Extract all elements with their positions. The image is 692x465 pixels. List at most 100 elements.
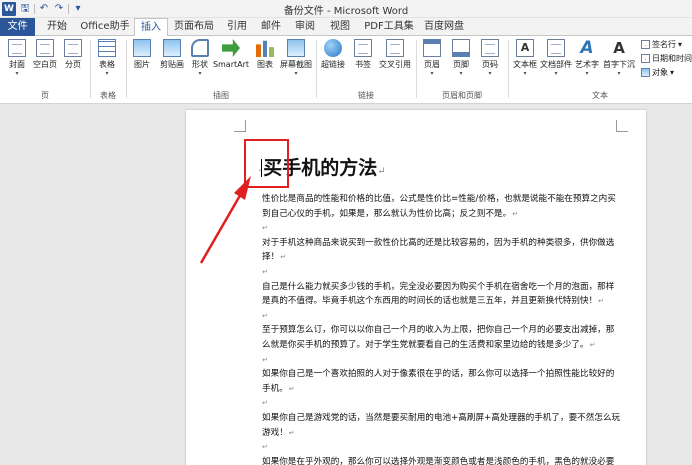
group-label-header-footer: 页眉和页脚 <box>442 91 482 100</box>
screenshot-icon <box>287 39 305 57</box>
wordart-button[interactable]: A 艺术字 ▾ <box>572 39 602 77</box>
paragraph[interactable]: 自己是什么能力就买多少钱的手机，完全没必要因为购买个手机在宿舍吃一个月的泡面，那… <box>262 280 622 309</box>
page-break-icon <box>64 39 82 57</box>
document-body[interactable]: 性价比是商品的性能和价格的比值，公式是性价比=性能/价格，也就是说能不能在预算之… <box>262 192 622 465</box>
group-label-table: 表格 <box>100 91 116 100</box>
signature-icon <box>641 40 650 55</box>
screenshot-button[interactable]: 屏幕截图 ▾ <box>280 39 312 77</box>
paragraph-mark-icon: ↵ <box>377 166 386 177</box>
paragraph[interactable]: 对于手机这种商品来说买到一款性价比高的还是比较容易的，因为手机的种类很多，供你做… <box>262 236 622 265</box>
tab-review[interactable]: 审阅 <box>290 18 320 36</box>
signature-label: 签名行 <box>652 40 676 49</box>
tab-insert[interactable]: 插入 <box>134 18 168 37</box>
tab-home[interactable]: 开始 <box>39 18 75 36</box>
table-icon <box>98 39 116 57</box>
paragraph-mark-icon: ↵ <box>288 428 295 437</box>
dropdown-arrow-icon: ▾ <box>198 70 202 77</box>
empty-paragraph-mark: ↵ <box>262 311 268 320</box>
paragraph-mark-icon: ↵ <box>589 340 596 349</box>
paragraph[interactable]: 如果你自己是游戏党的话，当然是要买耐用的电池+高刷屏+高处理器的手机了，要不然怎… <box>262 411 622 440</box>
date-time-label: 日期和时间 <box>652 54 692 63</box>
bookmark-icon <box>354 39 372 57</box>
hyperlink-globe-icon <box>324 39 342 57</box>
document-parts-button[interactable]: 文档部件 ▾ <box>540 39 572 77</box>
empty-paragraph-mark: ↵ <box>262 443 268 452</box>
dropdown-arrow-icon: ▾ <box>554 70 558 77</box>
page-number-button[interactable]: 页码 ▾ <box>475 39 505 77</box>
empty-paragraph-mark: ↵ <box>262 267 268 276</box>
dropdown-arrow-icon: ▾ <box>488 70 492 77</box>
cross-reference-button[interactable]: 交叉引用 <box>379 39 411 70</box>
dropdown-arrow-icon: ▾ <box>15 70 19 77</box>
signature-line-button[interactable]: 签名行 ▾ <box>641 39 683 55</box>
dropdown-arrow-icon: ▾ <box>294 70 298 77</box>
smartart-icon <box>222 39 240 57</box>
paragraph-mark-icon: ↵ <box>280 253 287 262</box>
tab-view[interactable]: 视图 <box>325 18 355 36</box>
object-icon <box>641 68 650 77</box>
title-bar: W 🖫 ↶ ↷ ▾ 备份文件 - Microsoft Word <box>0 0 692 18</box>
ribbon-tab-bar: 文件 开始 Office助手 插入 页面布局 引用 邮件 审阅 视图 PDF工具… <box>0 18 692 37</box>
paragraph-text: 如果你是在乎外观的，那么你可以选择外观是渐变颜色或者是浅颜色的手机，黑色的就没必… <box>262 456 615 465</box>
tab-file[interactable]: 文件 <box>0 18 35 36</box>
paragraph-text: 至于预算怎么订，你可以以你自己一个月的收入为上限，把你自己一个月的必要支出减掉，… <box>262 325 615 350</box>
cross-reference-icon <box>386 39 404 57</box>
table-button[interactable]: 表格 ▾ <box>92 39 122 77</box>
page-number-icon <box>481 39 499 57</box>
empty-paragraph-mark: ↵ <box>262 355 268 364</box>
paragraph-mark-icon: ↵ <box>598 297 605 306</box>
object-button[interactable]: 对象 ▾ <box>641 67 674 78</box>
dropdown-arrow-icon: ▾ <box>617 70 621 77</box>
dropdown-arrow-icon: ▾ <box>670 68 675 77</box>
paragraph[interactable]: 至于预算怎么订，你可以以你自己一个月的收入为上限，把你自己一个月的必要支出减掉，… <box>262 323 622 352</box>
header-button[interactable]: 页眉 ▾ <box>417 39 447 77</box>
object-label: 对象 <box>652 68 668 77</box>
shapes-button[interactable]: 形状 ▾ <box>185 39 215 77</box>
group-label-page: 页 <box>41 91 49 100</box>
paragraph[interactable]: 性价比是商品的性能和价格的比值，公式是性价比=性能/价格，也就是说能不能在预算之… <box>262 192 622 221</box>
paragraph-text: 如果你自己是游戏党的话，当然是要买耐用的电池+高刷屏+高处理器的手机了，要不然怎… <box>262 412 621 438</box>
margin-corner-mark <box>234 120 246 132</box>
group-label-text: 文本 <box>592 91 608 100</box>
drop-cap-label: 首字下沉 <box>603 60 635 69</box>
paragraph-text: 对于手机这种商品来说买到一款性价比高的还是比较容易的，因为手机的种类很多，供你做… <box>262 237 615 263</box>
highlight-box <box>244 139 289 188</box>
tab-page-layout[interactable]: 页面布局 <box>170 18 218 36</box>
header-icon <box>423 39 441 57</box>
paragraph-text: 如果你自己是一个喜欢拍照的人对于像素很在乎的话，那么你可以选择一个拍照性能比较好… <box>262 369 615 394</box>
tab-pdf-tools[interactable]: PDF工具集 <box>360 18 418 36</box>
dropdown-arrow-icon: ▾ <box>430 70 434 77</box>
paragraph[interactable]: 如果你自己是一个喜欢拍照的人对于像素很在乎的话，那么你可以选择一个拍照性能比较好… <box>262 367 622 396</box>
ribbon-insert: 封面 ▾ 空白页 分页 页 表格 ▾ 表格 图片 剪贴画 形状 ▾ SmartA… <box>0 36 692 104</box>
margin-corner-mark <box>616 120 628 132</box>
drop-cap-button[interactable]: A 首字下沉 ▾ <box>603 39 635 77</box>
textbox-icon: A <box>516 39 534 57</box>
footer-button[interactable]: 页脚 ▾ <box>446 39 476 77</box>
blank-page-icon <box>36 39 54 57</box>
tab-office-helper[interactable]: Office助手 <box>79 18 131 36</box>
tab-references[interactable]: 引用 <box>222 18 252 36</box>
shapes-icon <box>191 39 209 57</box>
dropdown-arrow-icon: ▾ <box>459 70 463 77</box>
group-label-links: 链接 <box>358 91 374 100</box>
empty-paragraph-mark: ↵ <box>262 224 268 233</box>
footer-icon <box>452 39 470 57</box>
cover-page-icon <box>8 39 26 57</box>
paragraph-mark-icon: ↵ <box>512 209 519 218</box>
tab-baidu-netdisk[interactable]: 百度网盘 <box>420 18 468 36</box>
chart-icon <box>256 40 274 57</box>
cover-button[interactable]: 封面 ▾ <box>2 39 32 77</box>
empty-paragraph-mark: ↵ <box>262 399 268 408</box>
clipart-icon <box>163 39 181 57</box>
document-parts-icon <box>547 39 565 57</box>
textbox-button[interactable]: A 文本框 ▾ <box>510 39 540 77</box>
paragraph-text: 性价比是商品的性能和价格的比值，公式是性价比=性能/价格，也就是说能不能在预算之… <box>262 194 616 219</box>
dropdown-arrow-icon: ▾ <box>678 40 683 49</box>
tab-mailings[interactable]: 邮件 <box>256 18 286 36</box>
wordart-icon: A <box>580 38 594 58</box>
picture-icon <box>133 39 151 57</box>
paragraph-mark-icon: ↵ <box>288 384 295 393</box>
paragraph[interactable]: 如果你是在乎外观的，那么你可以选择外观是渐变颜色或者是浅颜色的手机，黑色的就没必… <box>262 455 622 465</box>
dropdown-arrow-icon: ▾ <box>523 70 527 77</box>
date-time-button[interactable]: 日期和时间 <box>641 53 692 69</box>
